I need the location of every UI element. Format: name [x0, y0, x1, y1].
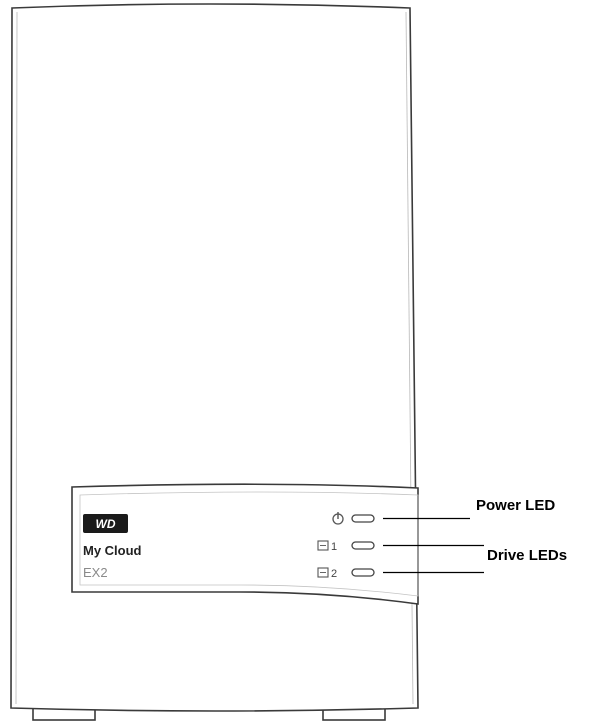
logo-text: WD — [96, 517, 116, 531]
wd-logo: WD — [83, 514, 128, 533]
drive-leds-label: Drive LEDs — [487, 547, 568, 564]
drive1-led — [351, 541, 375, 550]
device-body — [10, 3, 419, 712]
model-name: My Cloud — [83, 543, 142, 558]
device-illustration: WD My Cloud EX2 1 2 — [10, 3, 484, 721]
power-led-label: Power LED — [476, 497, 556, 514]
drive2-number: 2 — [331, 568, 337, 580]
drive2-led — [351, 568, 375, 577]
drive1-number: 1 — [331, 541, 337, 553]
model-number: EX2 — [83, 565, 108, 580]
power-led — [351, 514, 375, 523]
